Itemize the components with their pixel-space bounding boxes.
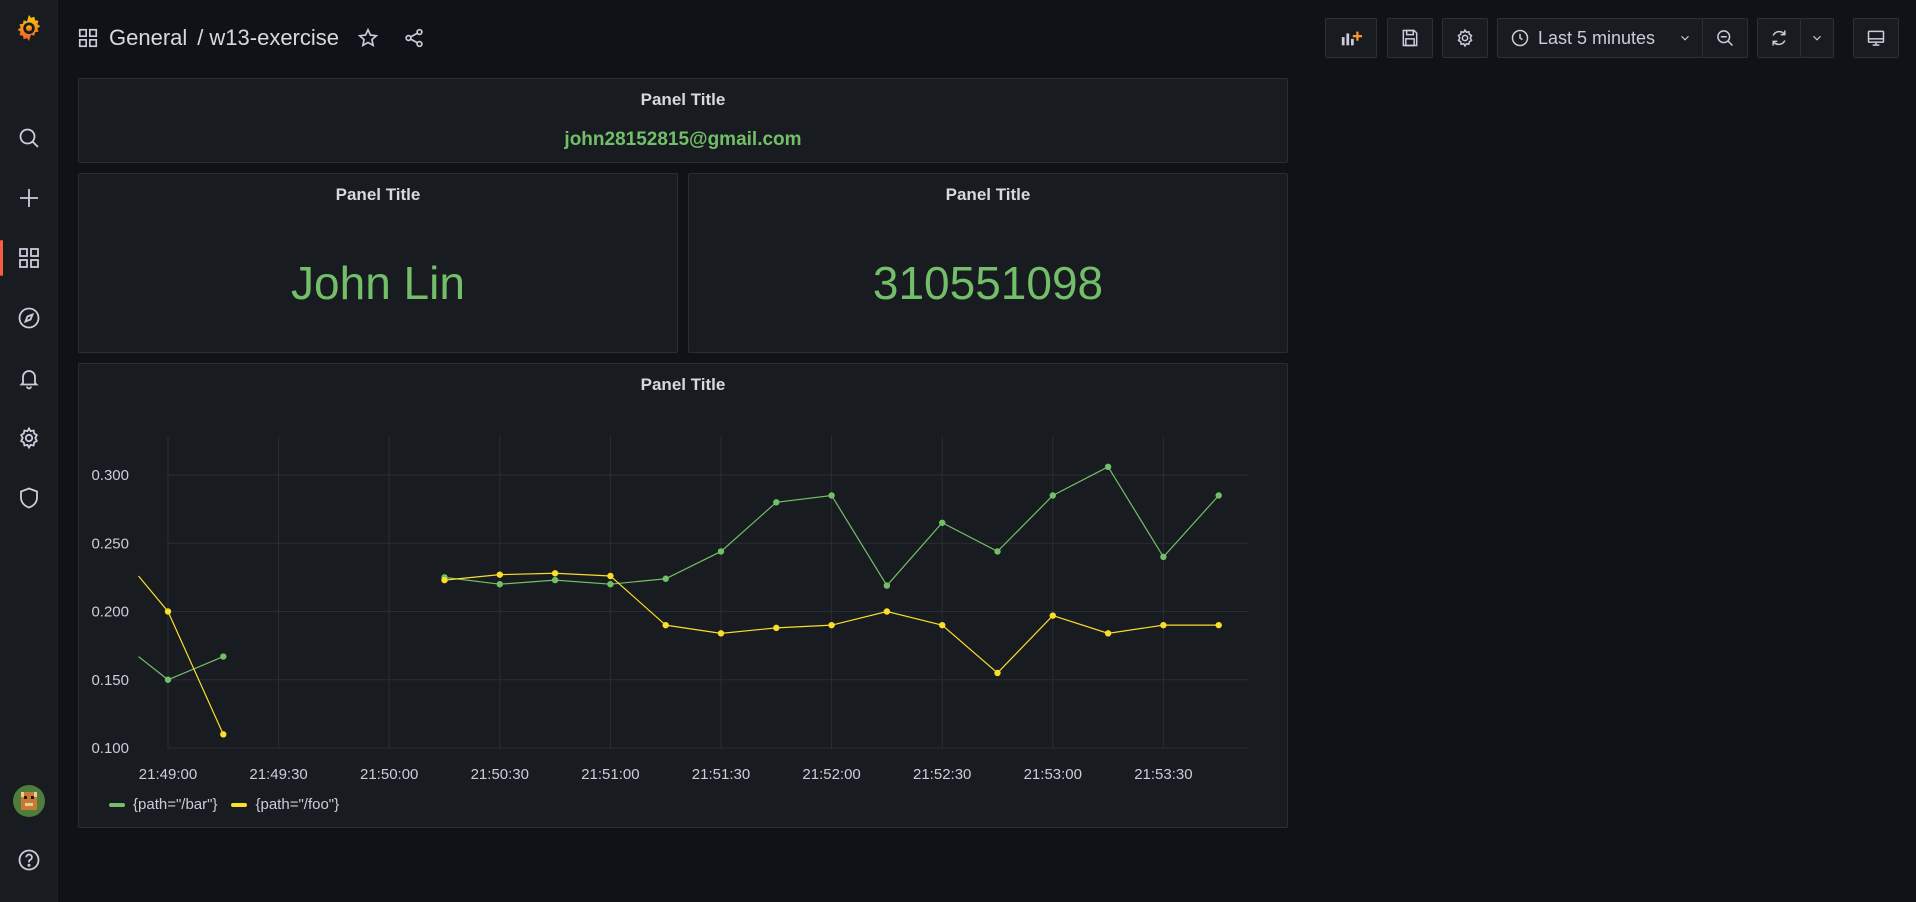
x-tick-label: 21:52:30: [913, 766, 971, 783]
x-tick-label: 21:52:00: [802, 766, 860, 783]
data-point: [717, 630, 725, 637]
panel-title[interactable]: Panel Title: [79, 185, 677, 205]
refresh-button[interactable]: [1757, 18, 1801, 58]
y-tick-label: 0.300: [91, 467, 129, 484]
chart-legend: {path="/bar"} {path="/foo"}: [109, 796, 339, 813]
id-panel[interactable]: Panel Title 310551098: [688, 173, 1288, 353]
search-icon[interactable]: [0, 116, 57, 160]
data-point: [1049, 492, 1056, 499]
legend-swatch: [231, 802, 248, 807]
dashboards-grid-icon: [77, 27, 99, 49]
legend-label: {path="/bar"}: [133, 796, 218, 813]
top-navbar: General / w13-exercise Last 5 minutes: [57, 0, 1916, 76]
save-dashboard-button[interactable]: [1387, 18, 1433, 58]
dashboard-title[interactable]: w13-exercise: [209, 25, 339, 51]
x-tick-label: 21:53:00: [1024, 766, 1082, 783]
data-point: [662, 621, 669, 629]
legend-item[interactable]: {path="/foo"}: [231, 796, 339, 813]
x-tick-label: 21:53:30: [1134, 766, 1192, 783]
help-icon[interactable]: [0, 838, 57, 882]
data-point: [994, 548, 1001, 555]
user-avatar[interactable]: [0, 779, 57, 823]
y-tick-label: 0.250: [91, 535, 129, 552]
time-series-chart[interactable]: 21:49:00 21:49:30 21:50:00 21:50:30 21:51:00…: [79, 364, 1287, 827]
time-range-label: Last 5 minutes: [1538, 27, 1656, 48]
compass-icon[interactable]: [0, 296, 57, 340]
data-point: [496, 581, 503, 588]
chevron-down-icon: [1678, 31, 1692, 45]
name-value: John Lin: [291, 257, 465, 309]
plus-icon[interactable]: [0, 176, 57, 220]
breadcrumb-separator: /: [197, 25, 204, 50]
dashboard-settings-button[interactable]: [1442, 18, 1488, 58]
data-point: [1104, 463, 1112, 471]
data-point: [662, 575, 669, 582]
data-point: [607, 581, 614, 588]
x-tick-label: 21:51:30: [692, 766, 750, 783]
x-tick-label: 21:50:00: [360, 766, 418, 783]
data-point: [1160, 621, 1167, 629]
series-line: [138, 575, 224, 735]
data-point: [1160, 553, 1167, 561]
legend-swatch: [109, 802, 125, 807]
data-point: [773, 624, 780, 632]
legend-item[interactable]: {path="/bar"}: [109, 796, 217, 813]
data-point: [164, 608, 172, 615]
panel-title[interactable]: Panel Title: [689, 185, 1287, 205]
zoom-out-button[interactable]: [1702, 18, 1748, 58]
data-point: [551, 576, 559, 584]
star-icon[interactable]: [357, 27, 379, 49]
gear-icon[interactable]: [0, 416, 57, 460]
x-tick-label: 21:51:00: [581, 766, 639, 783]
graph-panel[interactable]: Panel Title 21:49:00 21:49:30 21:50:00 21:5…: [78, 363, 1288, 828]
data-point: [220, 653, 227, 660]
clock-icon: [1510, 28, 1530, 48]
share-icon[interactable]: [403, 27, 425, 49]
data-point: [220, 731, 227, 738]
time-picker-button[interactable]: Last 5 minutes: [1497, 18, 1703, 58]
data-point: [607, 572, 614, 580]
data-point: [939, 519, 946, 526]
dashboards-icon[interactable]: [0, 236, 57, 280]
data-point: [1215, 621, 1222, 629]
refresh-interval-dropdown[interactable]: [1800, 18, 1834, 58]
y-tick-label: 0.100: [91, 740, 129, 757]
data-point: [164, 676, 172, 683]
data-point: [551, 570, 559, 577]
y-tick-label: 0.150: [91, 672, 129, 689]
data-point: [496, 571, 503, 578]
data-point: [828, 621, 835, 629]
panel-title[interactable]: Panel Title: [79, 90, 1287, 110]
side-menu: [0, 0, 58, 902]
name-panel[interactable]: Panel Title John Lin: [78, 173, 678, 353]
data-point: [441, 576, 448, 584]
tv-mode-button[interactable]: [1853, 18, 1899, 58]
email-value: john28152815@gmail.com: [564, 129, 802, 150]
breadcrumb-folder[interactable]: General: [109, 25, 187, 51]
add-panel-button[interactable]: [1325, 18, 1377, 58]
data-point: [717, 548, 725, 555]
x-tick-label: 21:49:00: [139, 766, 197, 783]
y-tick-label: 0.200: [91, 604, 129, 621]
x-tick-label: 21:49:30: [249, 766, 307, 783]
data-point: [1049, 612, 1056, 619]
breadcrumb: General / w13-exercise: [77, 22, 425, 54]
data-point: [1215, 492, 1222, 499]
data-point: [1104, 630, 1112, 637]
grafana-logo-icon[interactable]: [0, 6, 57, 50]
data-point: [939, 621, 946, 629]
bell-icon[interactable]: [0, 356, 57, 400]
email-panel[interactable]: Panel Title john28152815@gmail.com: [78, 78, 1288, 163]
data-point: [773, 499, 780, 506]
chevron-down-icon: [1810, 31, 1824, 45]
data-point: [883, 608, 891, 615]
x-tick-label: 21:50:30: [471, 766, 529, 783]
id-value: 310551098: [872, 257, 1104, 309]
shield-icon[interactable]: [0, 476, 57, 520]
legend-label: {path="/foo"}: [255, 796, 340, 813]
series-line: [138, 655, 224, 681]
data-point: [828, 492, 835, 499]
data-point: [883, 582, 891, 589]
data-point: [994, 669, 1001, 677]
